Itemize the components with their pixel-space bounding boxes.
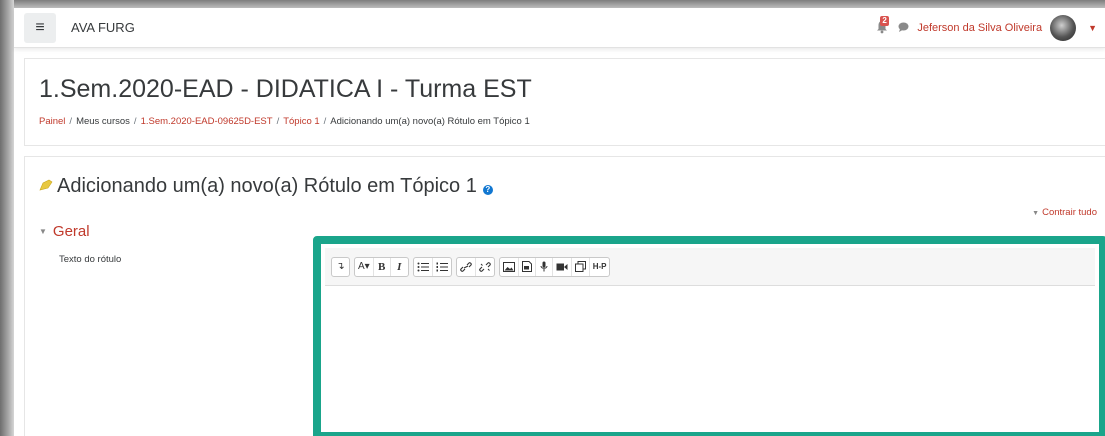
toolbar-group-links: [455, 256, 495, 277]
top-navbar: ≡ AVA FURG 2 Jeferson da Silva Oliveira …: [14, 8, 1105, 48]
breadcrumb-item-course[interactable]: 1.Sem.2020-EAD-09625D-EST: [141, 116, 273, 127]
h5p-icon[interactable]: H-P: [590, 258, 610, 276]
toolbar-group-lists: [412, 256, 452, 277]
notification-badge: 2: [880, 16, 889, 26]
record-audio-icon[interactable]: [536, 257, 553, 276]
course-header: 1.Sem.2020-EAD - DIDATICA I - Turma EST …: [24, 58, 1105, 146]
screenshot-frame-top: [0, 0, 1105, 8]
label-tag-icon: [39, 179, 53, 194]
italic-icon[interactable]: I: [391, 258, 408, 276]
collapse-toolbar-icon[interactable]: ↴: [332, 258, 349, 276]
breadcrumb-item-meus-cursos[interactable]: Meus cursos: [76, 116, 130, 127]
breadcrumb-item-current: Adicionando um(a) novo(a) Rótulo em Tópi…: [330, 116, 530, 127]
editor-toolbar: ↴ A▾ B I H-P: [325, 248, 1095, 286]
collapse-all-link[interactable]: ▼ Contrair tudo: [1032, 207, 1097, 218]
collapse-all-label: Contrair tudo: [1042, 207, 1097, 218]
section-title: Geral: [52, 223, 90, 240]
image-icon[interactable]: [500, 257, 519, 276]
help-icon[interactable]: ?: [482, 184, 493, 195]
chat-bubble-icon[interactable]: [898, 22, 909, 35]
triangle-down-icon: ▼: [39, 227, 47, 236]
screenshot-frame-left: [0, 0, 14, 436]
site-brand[interactable]: AVA FURG: [71, 20, 135, 35]
page-heading: Adicionando um(a) novo(a) Rótulo em Tópi…: [39, 175, 493, 198]
hamburger-icon[interactable]: ≡: [24, 12, 56, 43]
unlink-icon[interactable]: [476, 258, 494, 276]
user-avatar[interactable]: [1050, 15, 1077, 41]
bold-icon[interactable]: B: [374, 257, 391, 276]
notification-bell-icon[interactable]: 2: [876, 16, 890, 36]
breadcrumb-item-painel[interactable]: Painel: [39, 116, 65, 127]
media-icon[interactable]: [519, 257, 536, 276]
section-header-general[interactable]: ▼ Geral: [39, 223, 90, 240]
ordered-list-icon[interactable]: [433, 258, 451, 276]
manage-files-icon[interactable]: [572, 257, 590, 276]
user-menu-area: 2 Jeferson da Silva Oliveira ▼: [876, 8, 1097, 48]
editor-highlight-box: ↴ A▾ B I H-P: [313, 236, 1105, 436]
breadcrumb-separator: /: [276, 116, 280, 127]
font-style-icon[interactable]: A▾: [355, 257, 374, 276]
chevron-down-icon[interactable]: ▼: [1088, 23, 1097, 33]
breadcrumb: Painel / Meus cursos / 1.Sem.2020-EAD-09…: [39, 116, 530, 127]
record-video-icon[interactable]: [553, 257, 572, 276]
link-icon[interactable]: [457, 257, 476, 276]
toolbar-group-media: H-P: [498, 256, 611, 277]
breadcrumb-separator: /: [69, 116, 73, 127]
breadcrumb-separator: /: [133, 116, 137, 127]
triangle-down-icon: ▼: [1032, 210, 1040, 217]
breadcrumb-separator: /: [323, 116, 327, 127]
user-name[interactable]: Jeferson da Silva Oliveira: [917, 22, 1042, 34]
page-heading-text: Adicionando um(a) novo(a) Rótulo em Tópi…: [57, 175, 477, 197]
toolbar-group-style: A▾ B I: [354, 256, 409, 277]
course-title: 1.Sem.2020-EAD - DIDATICA I - Turma EST: [39, 75, 532, 103]
rich-text-editor-area[interactable]: [325, 286, 1095, 428]
unordered-list-icon[interactable]: [414, 257, 433, 276]
field-label-label-text: Texto do rótulo: [59, 254, 122, 265]
toolbar-group-show-more: ↴: [331, 256, 350, 277]
breadcrumb-item-topic[interactable]: Tópico 1: [283, 116, 319, 127]
